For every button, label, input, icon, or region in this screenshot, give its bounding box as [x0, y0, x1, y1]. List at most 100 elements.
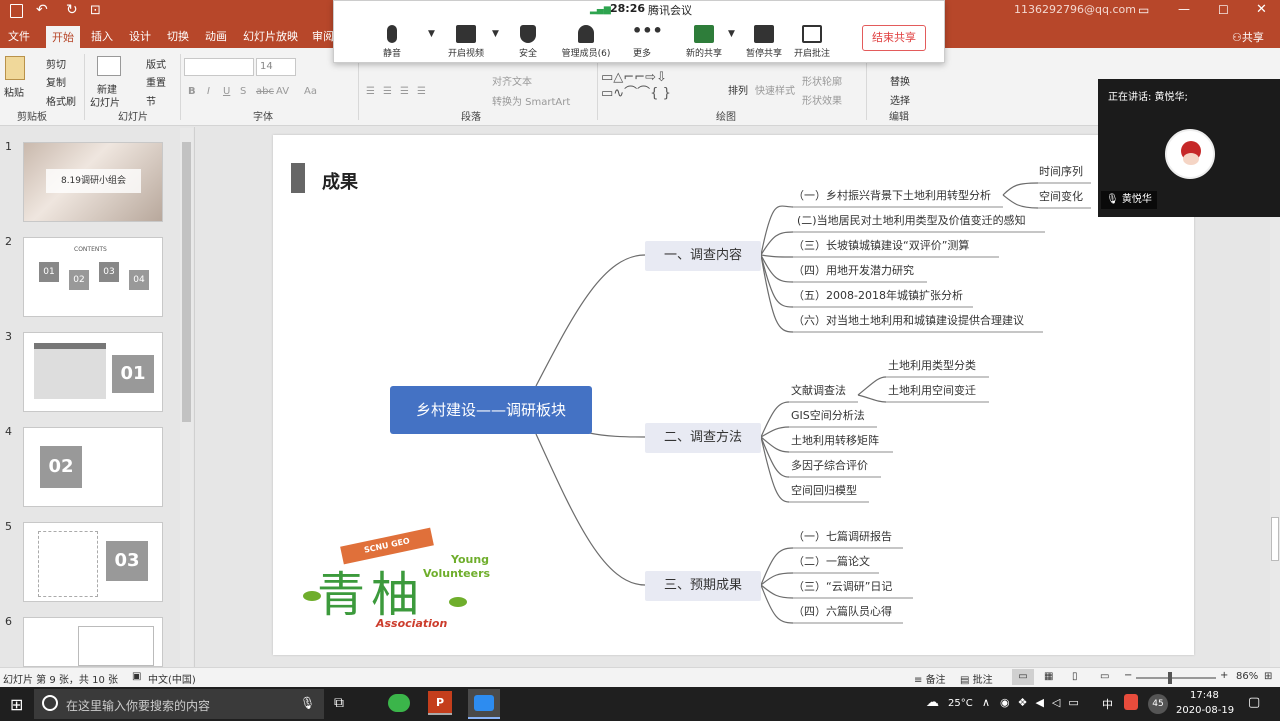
undo-icon[interactable]: ↶ [36, 2, 48, 18]
thumbnail-slide-3[interactable]: 01 [23, 332, 163, 412]
italic-button[interactable]: I [207, 86, 210, 97]
end-share-button[interactable]: 结束共享 [862, 25, 926, 51]
underline-button[interactable]: U [223, 86, 230, 97]
pause-share-button[interactable]: 暂停共享 [742, 25, 786, 59]
tencent-meeting-icon[interactable] [468, 689, 500, 719]
chevron-up-icon[interactable]: ∧ [982, 696, 990, 709]
leaf-node[interactable]: （三）长坡镇城镇建设“双评价”测算 [793, 237, 969, 253]
manage-members-button[interactable]: 管理成员(6) [560, 25, 612, 59]
language-label[interactable]: 中文(中国) [148, 671, 196, 686]
shapes-gallery[interactable]: ▭△⌐⌐⇨⇩ ▭∿⌒⌒{ } [601, 70, 719, 108]
layout-button[interactable]: 版式 [146, 56, 166, 71]
strikethrough-button[interactable]: abc [256, 86, 274, 97]
notification-icon[interactable]: ▢ [1248, 695, 1260, 710]
reading-view-icon[interactable]: ▯ [1072, 671, 1078, 682]
tray-icons[interactable]: ◉❖◀◁▭ [1000, 696, 1087, 709]
avatar[interactable] [1165, 129, 1215, 179]
leaf-node[interactable]: 多因子综合评价 [791, 457, 868, 473]
wechat-icon[interactable] [388, 694, 410, 712]
thumbnail-slide-4[interactable]: 02 [23, 427, 163, 507]
share-button[interactable]: ⚇共享 [1232, 29, 1264, 45]
replace-button[interactable]: 替换 [890, 73, 910, 88]
start-video-button[interactable]: 开启视频 [446, 25, 486, 59]
tab-review[interactable]: 审阅 [312, 28, 334, 44]
redo-icon[interactable]: ↻ [66, 2, 78, 18]
leaf-node[interactable]: （六）对当地土地利用和城镇建设提供合理建议 [793, 312, 1024, 328]
tab-file[interactable]: 文件 [8, 28, 30, 44]
thumbnail-slide-2[interactable]: CONTENTS 01 02 03 04 [23, 237, 163, 317]
bold-button[interactable]: B [188, 86, 196, 97]
shadow-button[interactable]: S [240, 86, 246, 97]
sub-leaf-node[interactable]: 空间变化 [1039, 188, 1083, 204]
annotate-button[interactable]: 开启批注 [790, 25, 834, 59]
chevron-down-icon[interactable]: ▼ [492, 29, 499, 39]
new-slide-icon[interactable] [97, 56, 121, 76]
shape-effects-button[interactable]: 形状效果 [802, 92, 842, 107]
tab-animations[interactable]: 动画 [205, 28, 227, 44]
thumbnail-slide-6[interactable] [23, 617, 163, 667]
clock-date[interactable]: 2020-08-19 [1176, 705, 1234, 716]
normal-view-icon[interactable]: ▭ [1012, 669, 1034, 685]
cut-button[interactable]: 剪切 [46, 56, 66, 71]
mute-button[interactable]: 静音 [372, 25, 412, 59]
notes-button[interactable]: ≡ 备注 [914, 671, 946, 686]
comments-button[interactable]: ▤ 批注 [960, 671, 993, 686]
zoom-out-icon[interactable]: − [1124, 670, 1132, 681]
format-painter-button[interactable]: 格式刷 [46, 93, 76, 108]
tab-slideshow[interactable]: 幻灯片放映 [243, 28, 298, 44]
leaf-node[interactable]: 文献调查法 [791, 382, 846, 398]
branch-node-survey-methods[interactable]: 二、调查方法 [645, 423, 761, 453]
slideshow-icon[interactable]: ▭ [1100, 671, 1109, 682]
maximize-icon[interactable]: ☐ [1218, 3, 1229, 17]
fit-slide-icon[interactable]: ⊞ [1264, 671, 1272, 682]
slide-sorter-icon[interactable]: ▦ [1044, 671, 1053, 682]
copy-button[interactable]: 复制 [46, 74, 66, 89]
leaf-node[interactable]: 空间回归模型 [791, 482, 857, 498]
paste-button[interactable]: 粘贴 [4, 84, 24, 99]
align-text-button[interactable]: 对齐文本 [492, 73, 532, 88]
ime-indicator[interactable]: 中 [1102, 696, 1113, 712]
powerpoint-icon[interactable]: P [428, 691, 452, 715]
font-size-input[interactable]: 14 [256, 58, 296, 76]
chevron-down-icon[interactable]: ▼ [428, 29, 435, 39]
reset-button[interactable]: 重置 [146, 74, 166, 89]
change-case-button[interactable]: Aa [304, 86, 317, 97]
leaf-node[interactable]: （五）2008-2018年城镇扩张分析 [793, 287, 963, 303]
align-right-icon[interactable]: ☰ [400, 86, 409, 97]
tab-transitions[interactable]: 切换 [167, 28, 189, 44]
spellcheck-icon[interactable]: ▣ [132, 671, 141, 682]
leaf-node[interactable]: 土地利用转移矩阵 [791, 432, 879, 448]
sogou-icon[interactable] [1124, 694, 1138, 710]
section-button[interactable]: 节 [146, 93, 156, 108]
ribbon-options-icon[interactable]: ▭ [1138, 3, 1149, 17]
align-center-icon[interactable]: ☰ [383, 86, 392, 97]
chevron-down-icon[interactable]: ▼ [728, 29, 735, 39]
zoom-in-icon[interactable]: + [1220, 670, 1228, 681]
leaf-node[interactable]: （一）乡村振兴背景下土地利用转型分析 [793, 187, 991, 203]
close-icon[interactable]: ✕ [1256, 2, 1267, 17]
clock-time[interactable]: 17:48 [1190, 690, 1219, 701]
windows-start-icon[interactable]: ⊞ [10, 695, 23, 714]
new-share-button[interactable]: 新的共享 [682, 25, 726, 59]
leaf-node[interactable]: GIS空间分析法 [791, 407, 865, 423]
more-button[interactable]: ••• 更多 [622, 23, 663, 60]
task-view-icon[interactable]: ⧉ [334, 695, 344, 711]
sub-leaf-node[interactable]: 时间序列 [1039, 163, 1083, 179]
thumbnail-scrollbar[interactable] [180, 128, 193, 668]
paste-icon[interactable] [5, 56, 25, 80]
thumbnail-slide-5[interactable]: 03 [23, 522, 163, 602]
leaf-node[interactable]: （三）“云调研”日记 [793, 578, 892, 594]
smartart-button[interactable]: 转换为 SmartArt [492, 93, 570, 108]
select-button[interactable]: 选择 [890, 92, 910, 107]
central-node[interactable]: 乡村建设——调研板块 [390, 386, 592, 434]
align-left-icon[interactable]: ☰ [366, 86, 375, 97]
arrange-button[interactable]: 排列 [728, 82, 748, 97]
weather-icon[interactable]: ☁ [926, 695, 939, 710]
shape-outline-button[interactable]: 形状轮廓 [802, 73, 842, 88]
tab-home[interactable]: 开始 [46, 26, 80, 48]
thumbnail-slide-1[interactable]: 8.19调研小组会 [23, 142, 163, 222]
leaf-node[interactable]: (二)当地居民对土地利用类型及价值变迁的感知 [797, 212, 1026, 228]
sub-leaf-node[interactable]: 土地利用空间变迁 [888, 382, 976, 398]
sub-leaf-node[interactable]: 土地利用类型分类 [888, 357, 976, 373]
notification-badge[interactable]: 45 [1148, 694, 1168, 714]
